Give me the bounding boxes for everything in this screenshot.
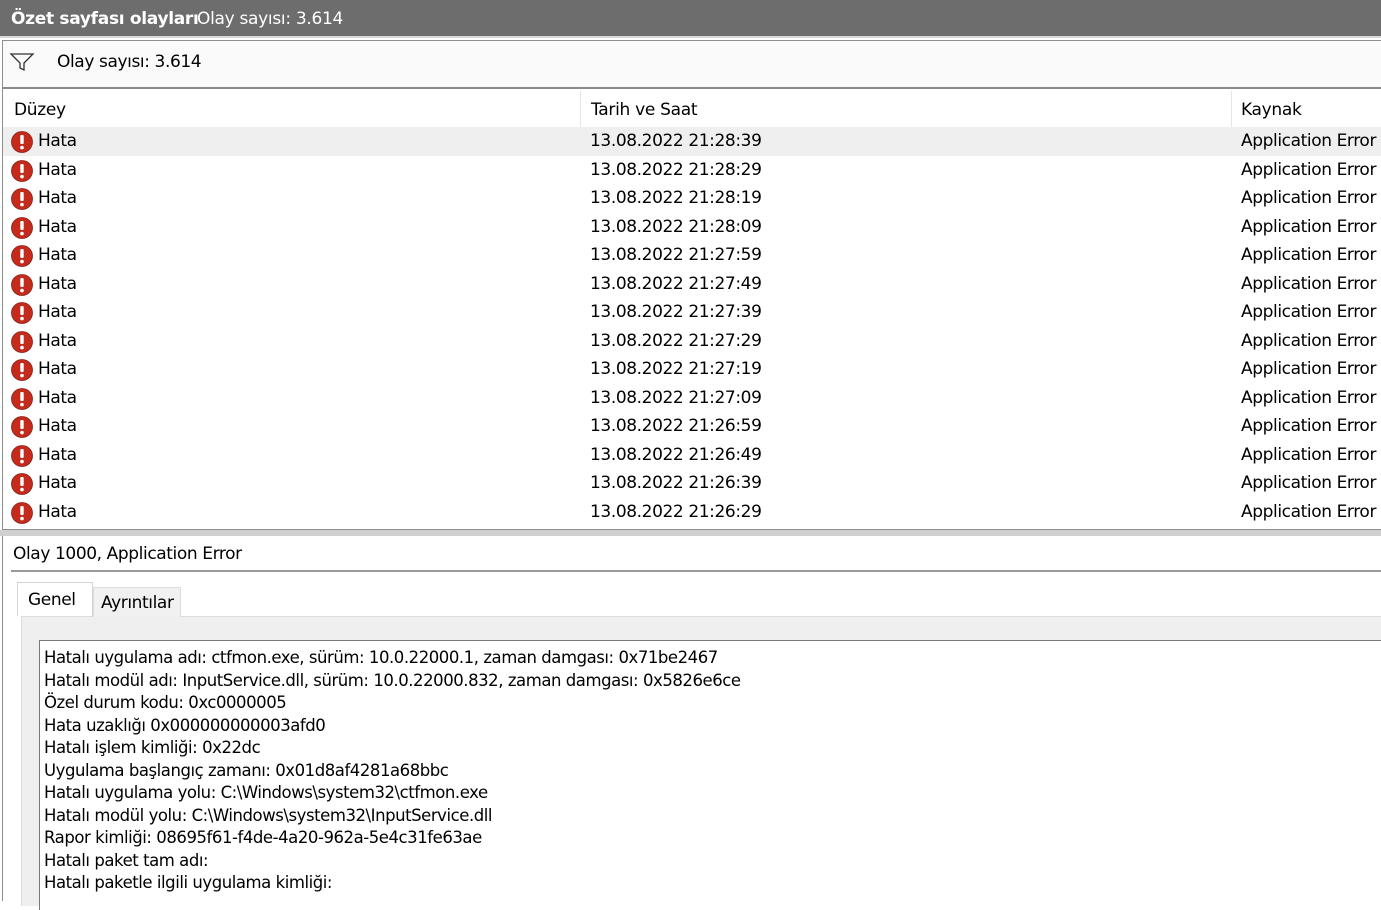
event-source: Application Error <box>1241 444 1377 465</box>
description-line: Rapor kimliği: 08695f61-f4de-4a20-962a-5… <box>44 828 482 847</box>
error-icon <box>11 131 33 153</box>
event-datetime: 13.08.2022 21:28:29 <box>590 159 762 180</box>
description-line: Hatalı işlem kimliği: 0x22dc <box>44 738 261 757</box>
error-icon <box>11 473 33 495</box>
event-level: Hata <box>38 188 77 208</box>
description-line: Hatalı modül adı: InputService.dll, sürü… <box>44 670 741 690</box>
error-icon <box>11 273 33 296</box>
event-source: Application Error <box>1241 273 1377 294</box>
description-line: Hatalı modül yolu: C:\Windows\system32\I… <box>44 805 493 825</box>
description-line: Hatalı uygulama yolu: C:\Windows\system3… <box>44 783 488 802</box>
table-row[interactable]: Hata 13.08.2022 21:28:29 Application Error <box>3 156 1381 185</box>
event-source: Application Error <box>1241 330 1377 351</box>
tab-genel[interactable]: Genel <box>17 582 93 616</box>
event-datetime: 13.08.2022 21:28:19 <box>590 188 762 208</box>
table-row[interactable]: Hata 13.08.2022 21:26:39 Application Error <box>3 469 1381 498</box>
error-icon <box>11 159 33 182</box>
filter-bar: Olay sayısı: 3.614 <box>3 41 1381 89</box>
event-datetime: 13.08.2022 21:26:39 <box>590 473 762 493</box>
error-icon <box>11 416 33 438</box>
window-title: Özet sayfası olayları <box>11 9 199 29</box>
table-row[interactable]: Hata 13.08.2022 21:27:49 Application Error <box>3 270 1381 299</box>
event-level: Hata <box>38 159 77 180</box>
column-header-level[interactable]: Düzey <box>3 91 581 127</box>
error-icon <box>11 302 33 324</box>
description-line: Uygulama başlangıç zamanı: 0x01d8af4281a… <box>44 760 449 780</box>
title-bar: Özet sayfası olayları Olay sayısı: 3.614 <box>0 0 1381 38</box>
description-line: Hatalı uygulama adı: ctfmon.exe, sürüm: … <box>44 648 718 667</box>
event-datetime: 13.08.2022 21:27:19 <box>590 359 762 379</box>
event-level: Hata <box>38 302 77 322</box>
table-row[interactable]: Hata 13.08.2022 21:26:29 Application Error <box>3 498 1381 527</box>
detail-divider <box>11 570 1381 572</box>
event-source: Application Error <box>1241 359 1377 379</box>
event-source: Application Error <box>1241 131 1377 151</box>
event-level: Hata <box>38 216 77 237</box>
table-row[interactable]: Hata 13.08.2022 21:27:19 Application Error <box>3 355 1381 384</box>
column-header-source[interactable]: Kaynak <box>1232 91 1381 127</box>
event-source: Application Error <box>1241 302 1377 322</box>
table-row[interactable]: Hata 13.08.2022 21:27:59 Application Error <box>3 241 1381 270</box>
event-detail-pane: Olay 1000, Application Error Genel Ayrın… <box>2 536 1381 910</box>
table-row[interactable]: Hata 13.08.2022 21:28:09 Application Error <box>3 213 1381 242</box>
event-datetime: 13.08.2022 21:26:49 <box>590 444 762 465</box>
error-icon <box>11 188 33 210</box>
event-source: Application Error <box>1241 216 1377 237</box>
table-row[interactable]: Hata 13.08.2022 21:28:39 Application Error <box>3 127 1381 156</box>
event-source: Application Error <box>1241 245 1377 265</box>
error-icon <box>11 330 33 353</box>
table-row[interactable]: Hata 13.08.2022 21:26:49 Application Error <box>3 441 1381 470</box>
event-description-box[interactable]: Hatalı uygulama adı: ctfmon.exe, sürüm: … <box>39 640 1381 910</box>
event-datetime: 13.08.2022 21:27:39 <box>590 302 762 322</box>
description-line: Hatalı paket tam adı: <box>44 850 209 870</box>
table-row[interactable]: Hata 13.08.2022 21:27:39 Application Error <box>3 298 1381 327</box>
error-icon <box>11 359 33 381</box>
event-level: Hata <box>38 501 77 522</box>
event-source: Application Error <box>1241 159 1377 180</box>
error-icon <box>11 387 33 410</box>
event-datetime: 13.08.2022 21:28:09 <box>590 216 762 237</box>
event-level: Hata <box>38 273 77 294</box>
error-icon <box>11 245 33 267</box>
description-line: Hata uzaklığı 0x000000000003afd0 <box>44 715 326 735</box>
title-event-count: Olay sayısı: 3.614 <box>197 9 344 29</box>
event-datetime: 13.08.2022 21:27:59 <box>590 245 762 265</box>
tab-ayrintilar[interactable]: Ayrıntılar <box>93 587 181 617</box>
table-row[interactable]: Hata 13.08.2022 21:27:09 Application Error <box>3 384 1381 413</box>
event-source: Application Error <box>1241 387 1377 408</box>
event-datetime: 13.08.2022 21:28:39 <box>590 131 762 151</box>
event-level: Hata <box>38 359 77 379</box>
event-datetime: 13.08.2022 21:27:49 <box>590 273 762 294</box>
event-rows: Hata 13.08.2022 21:28:39 Application Error… <box>3 127 1381 526</box>
error-icon <box>11 216 33 239</box>
error-icon <box>11 444 33 467</box>
event-level: Hata <box>38 416 77 436</box>
event-datetime: 13.08.2022 21:27:29 <box>590 330 762 351</box>
table-row[interactable]: Hata 13.08.2022 21:27:29 Application Error <box>3 327 1381 356</box>
event-level: Hata <box>38 473 77 493</box>
description-line: Özel durum kodu: 0xc0000005 <box>44 693 287 712</box>
event-level: Hata <box>38 387 77 408</box>
event-source: Application Error <box>1241 501 1377 522</box>
event-datetime: 13.08.2022 21:26:29 <box>590 501 762 522</box>
event-source: Application Error <box>1241 188 1377 208</box>
error-icon <box>11 501 33 524</box>
event-list-pane: Olay sayısı: 3.614 Düzey Tarih ve Saat K… <box>2 40 1381 530</box>
filter-event-count: Olay sayısı: 3.614 <box>57 52 202 72</box>
filter-icon[interactable] <box>9 51 35 73</box>
column-header-datetime[interactable]: Tarih ve Saat <box>581 91 1232 127</box>
event-datetime: 13.08.2022 21:27:09 <box>590 387 762 408</box>
table-row[interactable]: Hata 13.08.2022 21:28:19 Application Error <box>3 184 1381 213</box>
description-line: Hatalı paketle ilgili uygulama kimliği: <box>44 873 333 892</box>
event-level: Hata <box>38 330 77 351</box>
event-level: Hata <box>38 444 77 465</box>
table-row[interactable]: Hata 13.08.2022 21:26:59 Application Error <box>3 412 1381 441</box>
event-source: Application Error <box>1241 473 1377 493</box>
event-level: Hata <box>38 131 77 151</box>
event-source: Application Error <box>1241 416 1377 436</box>
column-header-row: Düzey Tarih ve Saat Kaynak <box>3 91 1381 127</box>
event-level: Hata <box>38 245 77 265</box>
detail-title: Olay 1000, Application Error <box>13 544 242 564</box>
event-datetime: 13.08.2022 21:26:59 <box>590 416 762 436</box>
